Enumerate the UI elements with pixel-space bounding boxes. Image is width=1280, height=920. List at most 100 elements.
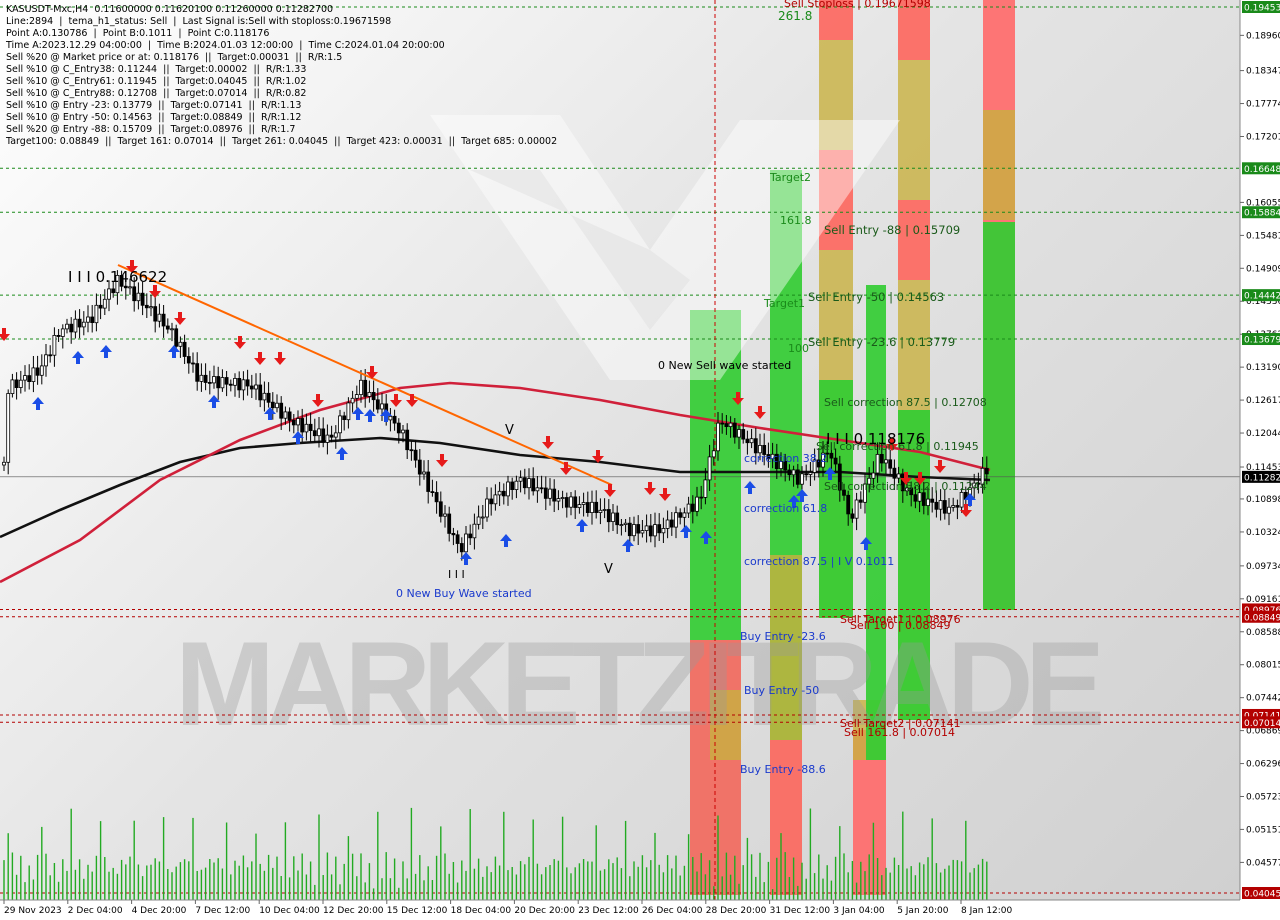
candle-body [325,434,330,443]
candle-body [875,453,880,474]
candle-body [367,391,372,397]
price-tag-label: 0.04045 [1244,890,1280,900]
y-tick-label: 0.18960 [1246,31,1280,41]
candle-body [350,397,355,404]
candle-body [808,472,813,475]
candle-body [380,403,384,410]
candle-body [153,306,158,322]
x-tick-label: 5 Jan 20:00 [897,906,949,916]
candle-body [892,467,897,479]
candle-body [296,418,300,426]
candle-body [871,472,876,479]
info-line: Sell %10 @ Entry -50: 0.14563 || Target:… [6,112,302,123]
candle-body [459,543,464,553]
candle-body [518,477,523,482]
y-tick-label: 0.06296 [1246,760,1280,770]
chart-label: Sell correction 87.5 | 0.12708 [824,396,987,409]
candle-body [60,328,65,337]
candle-body [623,522,628,526]
candle-body [182,341,187,357]
chart-area[interactable]: MARKETZITRADE I I I 0.146622 0 New Sell w… [0,0,1280,920]
y-tick-label: 0.05723 [1246,793,1280,803]
candle-body [879,453,884,464]
y-tick-label: 0.14909 [1246,264,1280,274]
candle-body [396,422,401,434]
candle-body [955,505,960,508]
candle-body [573,496,578,508]
x-tick-label: 7 Dec 12:00 [195,906,250,916]
x-tick-label: 10 Dec 04:00 [259,906,320,916]
x-tick-label: 20 Dec 20:00 [514,906,575,916]
info-line: Time A:2023.12.29 04:00:00 | Time B:2024… [6,40,445,51]
candle-body [233,377,237,386]
price-tag-label: 0.08849 [1244,613,1280,623]
candle-body [73,318,78,333]
sell-arrow-icon [406,394,418,407]
chart-label: Buy Entry -50 [744,684,819,697]
chart-label: 161.8 [780,214,812,227]
candle-body [174,328,179,347]
sell-arrow-icon [312,394,324,407]
candle-body [548,488,552,499]
candle-body [640,530,645,534]
candle-body [716,422,720,452]
candle-body [254,384,258,390]
candle-body [590,501,594,513]
buy-arrow-icon [336,447,348,460]
candle-body [102,298,107,309]
candle-body [699,496,704,499]
candle-body [111,288,116,294]
candle-body [594,501,599,513]
price-tag-label: 0.11282 [1244,473,1280,483]
candle-body [854,499,859,519]
candle-body [611,512,615,523]
candle-body [161,313,166,327]
candle-body [669,519,674,528]
price-tag-label: 0.14442 [1244,292,1280,302]
sell-arrow-icon [254,352,266,365]
candle-body [644,525,649,532]
candle-body [472,523,477,539]
candle-body [745,438,750,444]
candle-body [308,423,313,431]
info-line: Sell %10 @ Entry -23: 0.13779 || Target:… [6,100,302,111]
chart-label: Buy Entry -23.6 [740,630,826,643]
candle-body [304,423,309,433]
candle-body [56,334,61,337]
y-tick-label: 0.15481 [1246,231,1280,241]
candle-body [510,481,515,490]
candle-body [665,519,670,529]
candle-body [560,497,565,500]
candle-body [703,479,708,498]
sell-arrow-icon [234,336,246,349]
candle-body [18,379,23,388]
candle-body [531,478,536,492]
candle-body [619,524,624,526]
chart-label: Sell correction 38.2 | 0.11244 [824,480,987,493]
candle-body [338,415,342,434]
y-tick-label: 0.12044 [1246,429,1280,439]
candle-body [569,496,573,508]
candle-body [615,512,620,526]
x-tick-label: 26 Dec 04:00 [642,906,703,916]
candle-body [737,429,741,438]
candle-body [451,533,456,536]
candle-body [98,304,103,309]
candle-body [934,501,939,510]
chart-label: Buy Entry -88.6 [740,763,826,776]
sell-arrow-icon [754,406,766,419]
chart-label: Sell 161.8 | 0.07014 [844,726,955,739]
candle-body [245,379,250,387]
sell-arrow-icon [174,312,186,325]
candle-body [930,498,935,503]
buy-arrow-icon [364,409,376,422]
candle-body [476,516,481,525]
signal-zone [983,222,1015,610]
candle-body [6,393,11,463]
candle-body [787,469,792,476]
candle-body [829,452,834,459]
candle-body [266,392,271,403]
candle-body [602,509,607,511]
candle-body [728,422,733,428]
candle-body [170,328,174,331]
